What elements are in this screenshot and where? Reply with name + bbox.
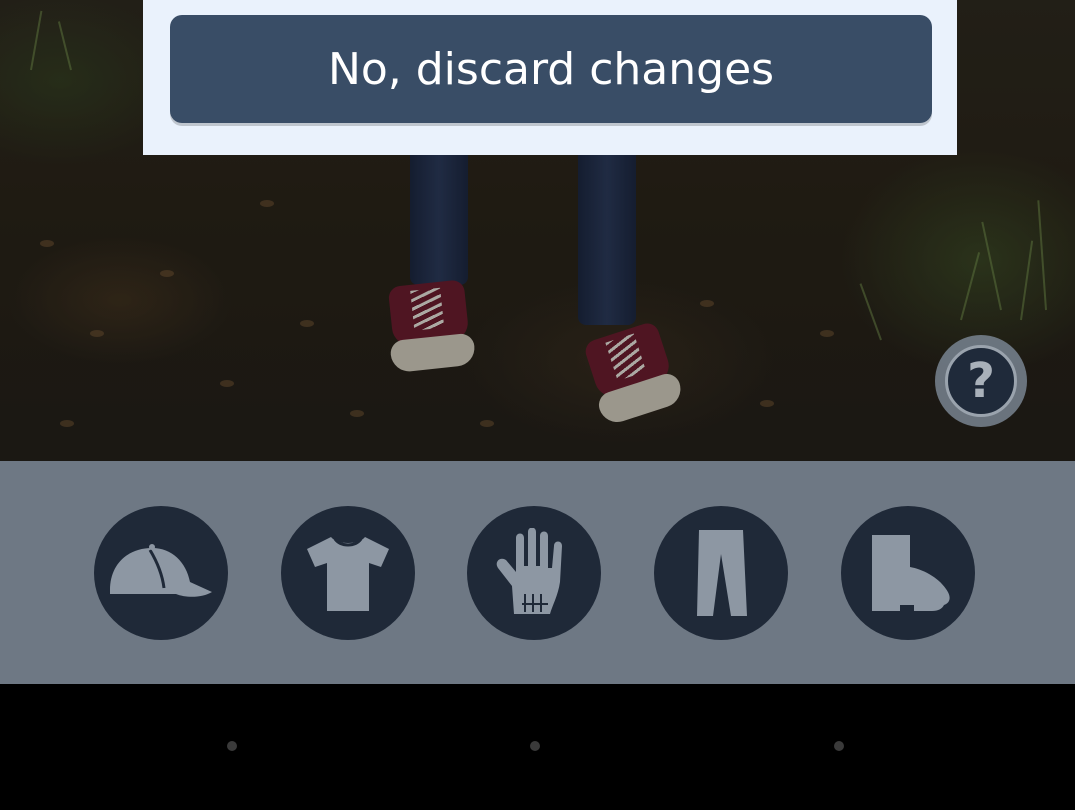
shirt-category-button[interactable]	[281, 506, 415, 640]
nav-back-dot[interactable]	[227, 741, 237, 751]
question-mark-icon: ?	[945, 345, 1017, 417]
discard-changes-button[interactable]: No, discard changes	[170, 15, 932, 123]
nav-recents-dot[interactable]	[834, 741, 844, 751]
hat-category-button[interactable]	[94, 506, 228, 640]
discard-changes-dialog: No, discard changes	[143, 0, 957, 155]
pants-icon	[697, 530, 747, 616]
cap-icon	[110, 544, 212, 597]
boot-icon	[872, 535, 950, 611]
pants-category-button[interactable]	[654, 506, 788, 640]
tshirt-icon	[307, 537, 389, 611]
gloves-category-button[interactable]	[467, 506, 601, 640]
clothing-category-toolbar	[0, 461, 1075, 684]
shoes-category-button[interactable]	[841, 506, 975, 640]
help-button[interactable]: ?	[935, 335, 1027, 427]
nav-home-dot[interactable]	[530, 741, 540, 751]
system-navigation-bar	[0, 684, 1075, 810]
glove-icon	[496, 528, 562, 614]
app-screen: No, discard changes ?	[0, 0, 1075, 810]
